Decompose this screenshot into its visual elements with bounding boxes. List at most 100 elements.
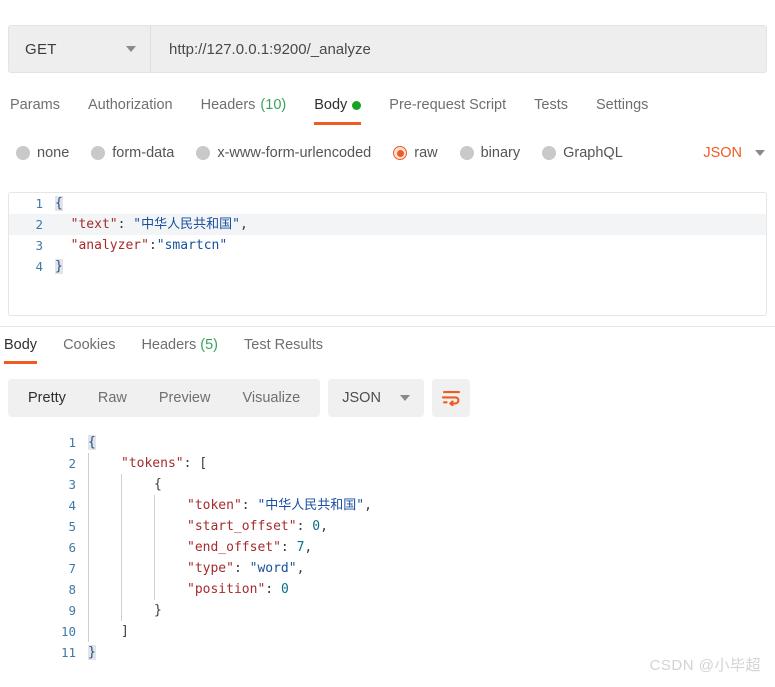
line-number: 4 <box>35 259 43 274</box>
response-tab-test-results[interactable]: Test Results <box>244 337 323 364</box>
indent-guide <box>121 474 122 495</box>
code-token: "smartcn" <box>156 238 228 253</box>
body-type-form-data[interactable]: form-data <box>91 145 174 161</box>
body-type-label: GraphQL <box>563 145 623 161</box>
response-view-pretty[interactable]: Pretty <box>12 390 82 406</box>
indent-guide <box>154 537 155 558</box>
indent-guide <box>121 600 122 621</box>
request-tab-pre-request-script[interactable]: Pre-request Script <box>389 97 506 125</box>
indent-guide <box>121 579 122 600</box>
response-view-label: Raw <box>97 390 127 406</box>
request-tab-settings[interactable]: Settings <box>596 97 648 125</box>
indent-guide <box>121 495 122 516</box>
response-tab-headers[interactable]: Headers (5) <box>141 337 218 364</box>
body-type-label: x-www-form-urlencoded <box>217 145 372 161</box>
line-number: 1 <box>35 196 43 211</box>
request-tab-label: Pre-request Script <box>389 97 507 113</box>
indent-guide <box>154 516 155 537</box>
code-line: 8 "position": 0 <box>0 579 775 600</box>
code-token: : <box>296 519 313 534</box>
request-tab-tests[interactable]: Tests <box>534 97 568 125</box>
code-line-content: } <box>88 642 96 663</box>
request-tab-authorization[interactable]: Authorization <box>88 97 173 125</box>
line-number: 8 <box>68 582 76 597</box>
indent-guide <box>88 474 89 495</box>
code-line: 3{ <box>0 474 775 495</box>
request-body-editor[interactable]: 1{2 "text": "中华人民共和国", 3 "analyzer":"smar… <box>8 192 767 316</box>
code-token: "word" <box>249 561 297 576</box>
request-tab-label: Tests <box>534 97 568 113</box>
code-token: "tokens" <box>121 456 184 471</box>
request-url-input[interactable]: http://127.0.0.1:9200/_analyze <box>151 26 766 72</box>
response-format-select[interactable]: JSON <box>328 379 425 417</box>
indent-guide <box>121 516 122 537</box>
code-token: { <box>55 196 63 211</box>
code-line: 7 "type": "word", <box>0 558 775 579</box>
line-number: 10 <box>60 624 76 639</box>
request-body-code[interactable]: 1{2 "text": "中华人民共和国", 3 "analyzer":"smar… <box>9 193 766 277</box>
code-token: , <box>304 540 313 555</box>
code-token: : <box>233 561 250 576</box>
body-format-select[interactable]: JSON <box>703 145 765 161</box>
line-number: 2 <box>35 217 43 232</box>
indent-guide <box>88 600 89 621</box>
code-token: } <box>55 259 63 274</box>
body-type-x-www-form-urlencoded[interactable]: x-www-form-urlencoded <box>196 145 371 161</box>
code-line-content: "tokens": [ <box>88 453 207 474</box>
response-view-visualize[interactable]: Visualize <box>226 390 316 406</box>
code-token: "token" <box>187 498 242 513</box>
code-line-content: ] <box>88 621 129 642</box>
code-token: , <box>364 498 372 513</box>
body-format-label: JSON <box>703 145 742 161</box>
body-present-dot-icon <box>352 100 362 110</box>
code-token: "中华人民共和国" <box>133 217 240 232</box>
code-token: [ <box>199 456 208 471</box>
code-token: : <box>183 456 200 471</box>
code-token: ] <box>121 624 129 639</box>
request-tab-headers[interactable]: Headers (10) <box>201 97 287 125</box>
http-method-select[interactable]: GET <box>9 26 151 72</box>
code-line: 2 "text": "中华人民共和国", <box>9 214 766 235</box>
body-type-row: none form-data x-www-form-urlencoded raw… <box>0 136 775 170</box>
indent-guide <box>121 558 122 579</box>
body-type-binary[interactable]: binary <box>459 145 520 161</box>
indent-guide <box>154 579 155 600</box>
radio-icon <box>16 146 30 160</box>
chevron-down-icon <box>400 395 411 401</box>
response-view-raw[interactable]: Raw <box>82 390 143 406</box>
code-token: , <box>239 217 248 232</box>
body-type-raw[interactable]: raw <box>393 145 438 161</box>
wrap-text-button[interactable] <box>432 379 471 417</box>
request-tab-label: Settings <box>595 97 649 113</box>
radio-selected-icon <box>393 146 408 160</box>
response-body-code[interactable]: 1{2 "tokens": [3{4 "token": "中华人民共和国", 5 "st… <box>0 432 775 663</box>
code-line: 6 "end_offset": 7, <box>0 537 775 558</box>
body-type-graphql[interactable]: GraphQL <box>542 145 623 161</box>
code-line-content: { <box>88 432 96 453</box>
body-type-none[interactable]: none <box>16 145 69 161</box>
code-line: 5 "start_offset": 0, <box>0 516 775 537</box>
response-view-preview[interactable]: Preview <box>143 390 227 406</box>
code-token: "start_offset" <box>187 519 297 534</box>
indent-guide <box>154 495 155 516</box>
code-line-content: } <box>55 256 63 277</box>
code-token: { <box>88 435 96 450</box>
code-line-content: "type": "word", <box>88 558 304 579</box>
request-tab-body[interactable]: Body <box>314 97 362 125</box>
code-token: "中华人民共和国" <box>257 498 365 513</box>
line-number: 4 <box>68 498 76 513</box>
code-token: : <box>280 540 297 555</box>
pane-divider <box>0 326 775 327</box>
code-token: "text" <box>70 217 118 232</box>
response-tab-body[interactable]: Body <box>4 337 38 364</box>
response-tab-cookies[interactable]: Cookies <box>63 337 115 364</box>
http-method-label: GET <box>25 40 57 58</box>
code-token: "analyzer" <box>70 238 149 253</box>
code-line: 2 "tokens": [ <box>0 453 775 474</box>
line-number: 2 <box>68 456 76 471</box>
code-token: : <box>148 238 157 253</box>
radio-icon <box>196 146 211 160</box>
response-view-group: Pretty Raw Preview Visualize <box>8 379 321 417</box>
request-tab-params[interactable]: Params <box>10 97 60 125</box>
